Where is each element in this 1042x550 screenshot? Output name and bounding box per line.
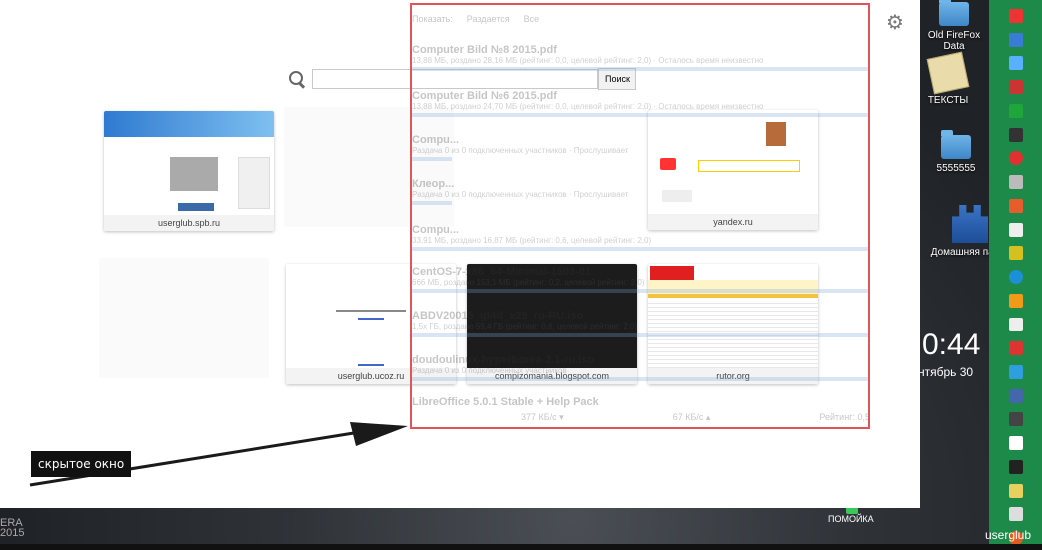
annotation-label: скрытое окно [31, 451, 132, 477]
annotation-arrow [29, 422, 408, 487]
